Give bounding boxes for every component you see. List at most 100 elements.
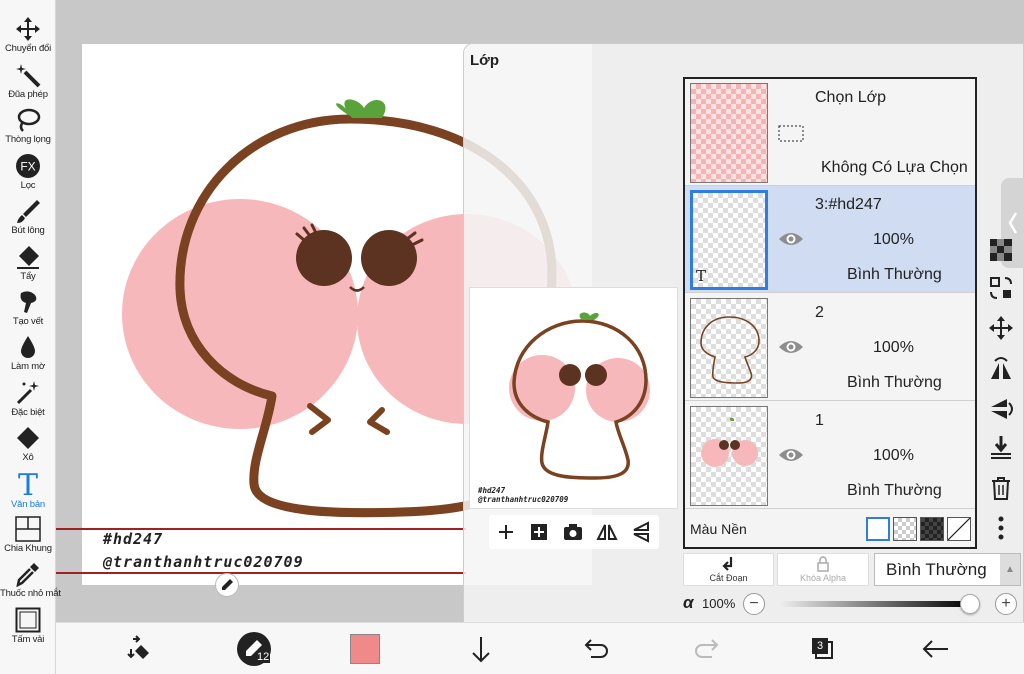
eye-icon[interactable]	[778, 230, 804, 248]
eraser-icon	[17, 246, 39, 269]
import-photo-button[interactable]	[561, 520, 585, 544]
tool-label: Thòng lọng	[5, 134, 51, 145]
tool-bucket[interactable]: Xô	[0, 423, 56, 467]
tool-lasso[interactable]: Thòng lọng	[0, 105, 56, 149]
layer-thumbnail: T	[690, 190, 768, 290]
layer-thumbnail	[690, 406, 768, 506]
move-layer-button[interactable]	[987, 314, 1015, 342]
tool-label: Xô	[22, 452, 34, 463]
quick-swap-button[interactable]	[123, 631, 159, 667]
signature-hashtag: #hd247	[103, 530, 164, 548]
opacity-slider[interactable]	[780, 601, 970, 607]
layer-row[interactable]: T 3:#hd247 100% Bình Thường	[685, 186, 975, 293]
triangle-up-icon: ▲	[1000, 554, 1020, 585]
add-layer-from-copy-button[interactable]	[527, 520, 551, 544]
dashed-selection-icon	[778, 125, 804, 142]
add-box-icon	[531, 524, 547, 540]
tool-magic-wand[interactable]: Đũa phép	[0, 60, 56, 104]
layers-button[interactable]: 3	[804, 631, 840, 667]
tool-label: Thuốc nhỏ mắt	[0, 588, 61, 599]
background-dark-checker-swatch[interactable]	[920, 517, 944, 541]
tool-text[interactable]: T Văn bản	[0, 468, 56, 512]
opacity-slider-knob[interactable]	[960, 594, 980, 614]
background-white-swatch[interactable]	[866, 517, 890, 541]
sparkle-icon	[16, 381, 39, 405]
layer-row[interactable]: 2 100% Bình Thường	[685, 294, 975, 401]
add-layer-button[interactable]	[494, 520, 518, 544]
bucket-icon	[17, 427, 39, 449]
flip-layer-vertical-button[interactable]	[987, 395, 1015, 423]
selection-layer-row[interactable]: Chọn Lớp Không Có Lựa Chọn	[685, 79, 975, 186]
eye-icon[interactable]	[778, 338, 804, 356]
flip-vertical-button[interactable]	[629, 520, 653, 544]
lasso-icon	[17, 108, 41, 132]
outline-thumbnail-art	[700, 316, 760, 384]
current-color-swatch[interactable]	[350, 634, 380, 664]
transparency-button[interactable]	[987, 236, 1015, 264]
move-arrows-icon	[989, 316, 1013, 340]
tool-eraser[interactable]: Tẩy	[0, 242, 56, 286]
download-button[interactable]	[463, 631, 499, 667]
layer-row[interactable]: 1 100% Bình Thường	[685, 402, 975, 509]
flip-layer-horizontal-button[interactable]	[987, 355, 1015, 383]
layer-opacity: 100%	[873, 339, 914, 356]
layer-panel-title: Lớp	[470, 52, 499, 69]
text-tool-glyph: T	[18, 470, 38, 498]
tool-sidebar: Chuyển đổi Đũa phép Thòng lọng FX Lọc Bú…	[0, 0, 61, 674]
background-label: Màu Nền	[690, 521, 747, 537]
tool-transform[interactable]: Chuyển đổi	[0, 14, 56, 58]
camera-icon	[564, 524, 582, 540]
tool-eyedropper[interactable]: Thuốc nhỏ mắt	[0, 559, 61, 603]
layer-side-tools	[983, 228, 1019, 548]
clipping-label: Cắt Đoạn	[709, 573, 748, 583]
tool-smudge[interactable]: Tạo vết	[0, 287, 56, 331]
redo-button[interactable]	[690, 631, 726, 667]
eye-icon[interactable]	[778, 446, 804, 464]
swap-layers-icon	[990, 277, 1012, 299]
layer-opacity: 100%	[873, 231, 914, 248]
layer-name: 2	[815, 304, 824, 321]
opacity-increase-button[interactable]: +	[995, 593, 1017, 615]
move-layer-content-button[interactable]	[987, 274, 1015, 302]
delete-layer-button[interactable]	[987, 474, 1015, 502]
blend-mode-select[interactable]: Bình Thường ▲	[874, 553, 1021, 586]
more-options-button[interactable]	[987, 514, 1015, 542]
plus-icon	[499, 525, 513, 539]
brush-size-button[interactable]: 12	[236, 631, 272, 667]
lock-icon	[817, 556, 829, 572]
back-button[interactable]	[918, 631, 954, 667]
tool-brush[interactable]: Bút lông	[0, 196, 56, 240]
opacity-decrease-button[interactable]: −	[743, 593, 765, 615]
text-edit-handle[interactable]	[215, 573, 239, 597]
tool-special[interactable]: Đặc biệt	[0, 378, 56, 422]
checkerboard-icon	[990, 239, 1012, 261]
merge-down-button[interactable]	[987, 433, 1015, 461]
tool-label: Lọc	[20, 180, 36, 191]
eyedropper-icon	[16, 563, 39, 587]
layer-count: 3	[817, 640, 824, 652]
layer-thumbnail	[690, 298, 768, 398]
background-checker-swatch[interactable]	[893, 517, 917, 541]
layer-opacity: 100%	[873, 447, 914, 464]
text-box-bottom-guide	[56, 572, 466, 574]
signature-handle: @tranthanhtruc020709	[103, 553, 304, 571]
undo-icon	[584, 639, 608, 658]
alpha-lock-button[interactable]: Khóa Alpha	[777, 553, 869, 586]
background-none-swatch[interactable]	[947, 517, 971, 541]
tool-canvas[interactable]: Tấm vải	[0, 605, 56, 649]
flip-horizontal-button[interactable]	[595, 520, 619, 544]
canvas-icon	[15, 607, 41, 633]
clipping-button[interactable]: Cắt Đoạn	[683, 553, 774, 586]
tool-blur[interactable]: Làm mờ	[0, 332, 56, 376]
tool-label: Văn bản	[11, 499, 45, 510]
swap-tool-icon	[127, 635, 149, 659]
color-thumbnail-art	[701, 417, 758, 467]
fx-badge-text: FX	[20, 160, 35, 174]
opacity-row: α 100% − +	[683, 593, 1021, 615]
tool-frame-divider[interactable]: Chia Khung	[0, 514, 56, 558]
text-layer-glyph: T	[696, 267, 707, 285]
tool-label: Chia Khung	[4, 543, 52, 554]
tool-filter[interactable]: FX Lọc	[0, 151, 56, 195]
clipping-arrow-icon	[721, 557, 732, 571]
undo-button[interactable]	[577, 631, 613, 667]
